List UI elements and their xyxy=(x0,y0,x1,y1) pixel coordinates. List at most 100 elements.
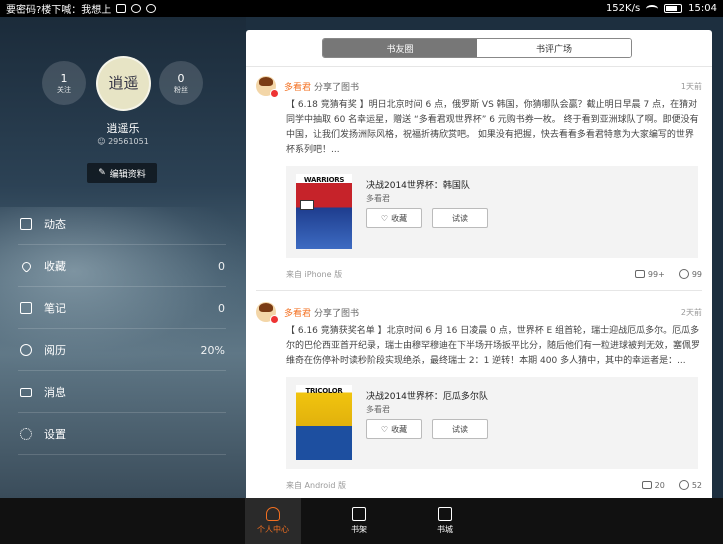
user-id-value: 29561051 xyxy=(108,137,149,146)
book-title: 决战2014世界杯：厄瓜多尔队 xyxy=(366,392,488,402)
pie-chart-icon xyxy=(20,344,32,356)
edit-profile-label: 编辑资料 xyxy=(109,169,146,180)
sidebar-item-history[interactable]: 阅历 20% xyxy=(0,329,246,371)
battery-icon xyxy=(664,4,683,13)
person-icon xyxy=(266,507,280,521)
note-icon xyxy=(20,302,32,314)
tab-friends-circle[interactable]: 书友圈 xyxy=(323,39,477,57)
book-author: 多看君 xyxy=(366,194,390,203)
tabs-divider xyxy=(246,66,712,67)
post-time: 1天前 xyxy=(680,81,702,91)
comment-count-value: 20 xyxy=(654,480,665,490)
like-count[interactable]: 52 xyxy=(678,480,702,490)
user-id-icon: ☺ xyxy=(97,137,106,146)
shared-book-card[interactable]: TRICOLOR 决战2014世界杯：厄瓜多尔队 多看君 ♡ 收藏 试读 xyxy=(286,377,698,469)
book-cover[interactable]: TRICOLOR xyxy=(296,385,352,460)
author-name[interactable]: 多看君 xyxy=(284,306,311,319)
collect-label: 收藏 xyxy=(391,424,408,434)
clock: 15:04 xyxy=(688,3,717,14)
gear-icon xyxy=(20,428,32,440)
collect-label: 收藏 xyxy=(391,213,408,223)
post-text: 【 6.18 竞猜有奖 】明日北京时间 6 点，俄罗斯 VS 韩国，你猜哪队会赢… xyxy=(286,100,699,155)
sidebar-item-label: 阅历 xyxy=(44,344,66,357)
smile-icon xyxy=(678,269,689,279)
collect-button[interactable]: ♡ 收藏 xyxy=(366,208,422,228)
heart-icon xyxy=(20,259,33,273)
comment-count-value: 99+ xyxy=(647,269,665,279)
sidebar-item-value: 0 xyxy=(218,301,225,315)
sidebar-item-value: 20% xyxy=(200,343,225,357)
trial-read-button[interactable]: 试读 xyxy=(432,208,488,228)
post-separator xyxy=(256,290,702,291)
sidebar-item-label: 设置 xyxy=(44,428,66,441)
followers-stat[interactable]: 0 粉丝 xyxy=(159,61,203,105)
sidebar-item-notes[interactable]: 笔记 0 xyxy=(0,287,246,329)
sidebar-menu: 动态 收藏 0 笔记 0 阅历 20% 消息 设置 xyxy=(0,203,246,455)
nav-bookstore[interactable]: 书城 xyxy=(417,498,473,544)
post-action: 分享了图书 xyxy=(314,308,360,319)
sync-icon xyxy=(131,4,142,13)
nav-label: 书架 xyxy=(351,525,367,534)
network-speed: 152K/s xyxy=(605,3,641,14)
comment-count[interactable]: 99+ xyxy=(634,269,665,279)
comment-icon xyxy=(634,270,645,278)
following-count: 1 xyxy=(60,71,68,85)
author-avatar[interactable] xyxy=(256,76,279,98)
profile-sidebar: 1 关注 逍遥 0 粉丝 逍遥乐 ☺ 29561051 ✎ 编辑资料 动态 收藏… xyxy=(0,17,246,498)
user-id: ☺ 29561051 xyxy=(0,137,246,146)
comment-count[interactable]: 20 xyxy=(641,480,665,490)
comment-icon xyxy=(641,481,652,489)
nav-label: 书城 xyxy=(437,525,453,534)
sidebar-item-favorites[interactable]: 收藏 0 xyxy=(0,245,246,287)
avatar-text: 逍遥 xyxy=(108,74,139,92)
bottom-navigation: 个人中心 书架 书城 xyxy=(0,498,723,544)
sidebar-item-messages[interactable]: 消息 xyxy=(0,371,246,413)
shopping-bag-icon xyxy=(438,507,452,521)
author-name[interactable]: 多看君 xyxy=(284,80,311,93)
following-stat[interactable]: 1 关注 xyxy=(42,61,86,105)
bookshelf-icon xyxy=(352,507,366,521)
mail-icon xyxy=(20,387,32,397)
tab-review-square[interactable]: 书评广场 xyxy=(477,39,631,57)
smile-icon xyxy=(678,480,689,490)
followers-label: 粉丝 xyxy=(174,85,188,94)
badge-icon xyxy=(270,89,279,98)
image-icon xyxy=(116,4,127,13)
sidebar-item-label: 笔记 xyxy=(44,302,66,315)
sidebar-item-settings[interactable]: 设置 xyxy=(0,413,246,455)
feed-panel: 书友圈 书评广场 多看君 分享了图书 1天前 【 6.18 竞猜有奖 】明日北京… xyxy=(246,30,712,498)
nav-personal-center[interactable]: 个人中心 xyxy=(245,498,301,544)
like-count-value: 99 xyxy=(691,269,702,279)
trial-read-button[interactable]: 试读 xyxy=(432,419,488,439)
sidebar-item-label: 收藏 xyxy=(44,260,66,273)
edit-profile-button[interactable]: ✎ 编辑资料 xyxy=(87,163,157,183)
post-source: 来自 iPhone 版 xyxy=(286,269,343,279)
feed-post[interactable]: 多看君 分享了图书 1天前 【 6.18 竞猜有奖 】明日北京时间 6 点，俄罗… xyxy=(256,76,702,282)
badge-icon xyxy=(270,315,279,324)
sidebar-item-feed[interactable]: 动态 xyxy=(0,203,246,245)
book-cover[interactable]: WARRIORS xyxy=(296,174,352,249)
collect-button[interactable]: ♡ 收藏 xyxy=(366,419,422,439)
username: 逍遥乐 xyxy=(106,122,140,135)
post-text: 【 6.16 竞猜获奖名单 】北京时间 6 月 16 日凌晨 0 点，世界杯 E… xyxy=(286,326,701,366)
status-bar: 要密码?楼下喊：我想上 152K/s 15:04 xyxy=(0,0,723,17)
shared-book-card[interactable]: WARRIORS 决战2014世界杯：韩国队 多看君 ♡ 收藏 试读 xyxy=(286,166,698,258)
notification-text: 要密码?楼下喊：我想上 xyxy=(6,5,112,16)
following-label: 关注 xyxy=(57,85,71,94)
feed-icon xyxy=(20,218,32,230)
sidebar-item-label: 动态 xyxy=(44,218,66,231)
cover-title: WARRIORS xyxy=(303,176,345,184)
book-author: 多看君 xyxy=(366,405,390,414)
sidebar-item-value: 0 xyxy=(218,259,225,273)
nav-label: 个人中心 xyxy=(257,525,289,534)
author-avatar[interactable] xyxy=(256,302,279,324)
post-time: 2天前 xyxy=(680,307,702,317)
avatar[interactable]: 逍遥 xyxy=(96,56,151,111)
pencil-icon: ✎ xyxy=(98,168,106,178)
nav-bookshelf[interactable]: 书架 xyxy=(331,498,387,544)
cover-title: TRICOLOR xyxy=(305,387,343,395)
feed-tabs: 书友圈 书评广场 xyxy=(322,38,632,58)
feed-post[interactable]: 多看君 分享了图书 2天前 【 6.16 竞猜获奖名单 】北京时间 6 月 16… xyxy=(256,302,702,493)
like-count[interactable]: 99 xyxy=(678,269,702,279)
followers-count: 0 xyxy=(177,71,185,85)
